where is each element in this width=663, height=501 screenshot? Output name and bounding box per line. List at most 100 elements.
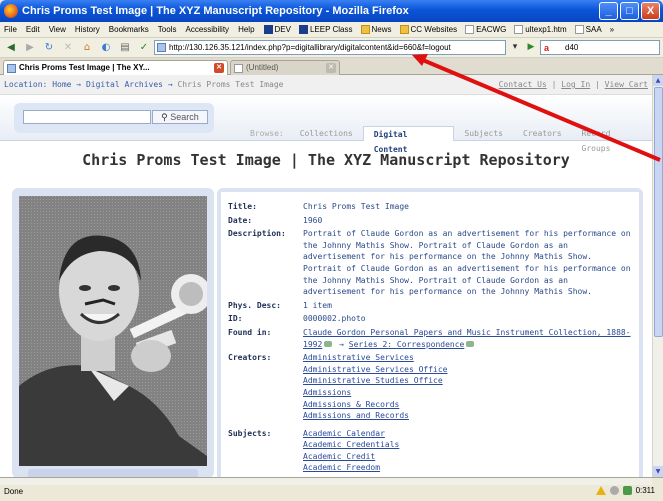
bookmarks-overflow-button[interactable]: » bbox=[610, 25, 614, 34]
nav-tab-subjects[interactable]: Subjects bbox=[454, 126, 513, 141]
status-text: Done bbox=[4, 487, 24, 496]
check-icon[interactable]: ✓ bbox=[137, 41, 151, 55]
warning-icon[interactable] bbox=[595, 486, 606, 495]
page-icon bbox=[465, 25, 475, 34]
nav-tab-digital-content[interactable]: Digital Content bbox=[362, 126, 455, 154]
menu-accessibility[interactable]: Accessibility bbox=[185, 25, 229, 34]
meta-label: Subjects: bbox=[228, 428, 272, 438]
creator-link[interactable]: Admissions bbox=[303, 387, 633, 399]
meta-row-date: Date: 1960 bbox=[228, 215, 633, 227]
site-search-input[interactable] bbox=[23, 110, 151, 124]
horizontal-scrollbar[interactable] bbox=[0, 478, 652, 485]
menu-help[interactable]: Help bbox=[238, 25, 254, 34]
bookmark-saa[interactable]: SAA bbox=[574, 25, 602, 34]
vertical-scrollbar[interactable]: ▲ ▼ bbox=[652, 75, 663, 477]
bookmark-ultexp1[interactable]: ultexp1.htm bbox=[514, 25, 567, 34]
tab-close-icon[interactable]: ✕ bbox=[326, 63, 336, 73]
bookmark-label: LEEP Class bbox=[309, 25, 353, 34]
back-arrow-icon[interactable]: ◀ bbox=[4, 41, 18, 55]
bookmark-leep-class[interactable]: LEEP Class bbox=[298, 25, 353, 34]
nav-tab-record-groups[interactable]: Record Groups bbox=[572, 126, 652, 153]
bookmark-label: EACWG bbox=[476, 25, 507, 34]
menu-edit[interactable]: Edit bbox=[26, 25, 40, 34]
tab-strip: Chris Proms Test Image | The XY... ✕ (Un… bbox=[0, 58, 663, 75]
site-search-button[interactable]: ⚲ Search bbox=[152, 110, 208, 124]
menu-bar: File Edit View History Bookmarks Tools A… bbox=[0, 22, 663, 38]
external-link-icon[interactable] bbox=[466, 341, 475, 348]
creator-link[interactable]: Administrative Services Office bbox=[303, 364, 633, 376]
forward-arrow-icon[interactable]: ▶ bbox=[23, 41, 37, 55]
meta-label: Phys. Desc: bbox=[228, 300, 281, 310]
stop-icon[interactable]: ✕ bbox=[61, 41, 75, 55]
search-engine-value: d40 bbox=[565, 43, 579, 52]
meta-value-found-in: Claude Gordon Personal Papers and Music … bbox=[303, 327, 633, 350]
menu-file[interactable]: File bbox=[4, 25, 17, 34]
nav-tab-collections[interactable]: Collections bbox=[290, 126, 363, 141]
creator-link[interactable]: Admissions & Records bbox=[303, 399, 633, 411]
timer-value: 0:311 bbox=[635, 486, 655, 495]
bookmark-label: News bbox=[371, 25, 392, 34]
breadcrumb-home[interactable]: Home bbox=[52, 80, 71, 89]
subject-link[interactable]: Academic Credit bbox=[303, 451, 633, 463]
search-engine-field[interactable]: a d40 bbox=[540, 40, 660, 55]
timer-icon bbox=[622, 486, 632, 495]
meta-value-phys-desc: 1 item bbox=[303, 300, 332, 310]
history-icon[interactable]: ◐ bbox=[99, 41, 113, 55]
window-titlebar: Chris Proms Test Image | The XYZ Manuscr… bbox=[0, 0, 663, 22]
menu-view[interactable]: View bbox=[49, 25, 66, 34]
print-icon[interactable]: ▤ bbox=[118, 41, 132, 55]
bookmark-news[interactable]: News bbox=[360, 25, 392, 34]
status-icons: 0:311 bbox=[595, 486, 655, 495]
scroll-up-icon[interactable]: ▲ bbox=[653, 75, 663, 86]
blocked-icon[interactable] bbox=[609, 486, 619, 495]
minimize-button[interactable]: _ bbox=[599, 2, 618, 20]
folder-icon bbox=[360, 25, 370, 34]
tab-favicon-icon bbox=[7, 64, 16, 73]
log-in-link[interactable]: Log In bbox=[561, 80, 590, 89]
creator-link[interactable]: Administrative Studies Office bbox=[303, 375, 633, 387]
metadata-panel: Title: Chris Proms Test Image Date: 1960… bbox=[217, 188, 643, 477]
site-favicon-icon bbox=[157, 43, 166, 52]
url-dropdown-icon[interactable]: ▾ bbox=[508, 40, 522, 55]
series-link[interactable]: Series 2: Correspondence bbox=[349, 340, 465, 349]
bookmark-label: DEV bbox=[274, 25, 291, 34]
scrollbar-thumb[interactable] bbox=[654, 87, 663, 337]
portrait-photo[interactable] bbox=[19, 196, 207, 466]
url-field[interactable]: http://130.126.35.121/index.php?p=digita… bbox=[154, 40, 506, 55]
found-in-arrow: → bbox=[339, 339, 344, 349]
menu-bookmarks[interactable]: Bookmarks bbox=[109, 25, 149, 34]
tab-close-icon[interactable]: ✕ bbox=[214, 63, 224, 73]
meta-row-found-in: Found in: Claude Gordon Personal Papers … bbox=[228, 327, 633, 350]
creator-link[interactable]: Admissions and Records bbox=[303, 410, 633, 422]
reload-icon[interactable]: ↻ bbox=[42, 41, 56, 55]
menu-tools[interactable]: Tools bbox=[158, 25, 177, 34]
scroll-down-icon[interactable]: ▼ bbox=[653, 466, 663, 477]
meta-row-description: Description: Portrait of Claude Gordon a… bbox=[228, 228, 633, 298]
subject-link[interactable]: Academic Freedom bbox=[303, 462, 633, 474]
breadcrumb-digital-archives[interactable]: Digital Archives bbox=[86, 80, 163, 89]
meta-label: Found in: bbox=[228, 327, 272, 337]
menu-history[interactable]: History bbox=[75, 25, 100, 34]
bookmark-eacwg[interactable]: EACWG bbox=[465, 25, 506, 34]
creator-link[interactable]: Administrative Services bbox=[303, 352, 633, 364]
home-icon[interactable]: ⌂ bbox=[80, 41, 94, 55]
subject-link[interactable]: Academic Credentials bbox=[303, 439, 633, 451]
search-engine-icon[interactable]: a bbox=[544, 42, 549, 55]
tab-chris-proms[interactable]: Chris Proms Test Image | The XY... ✕ bbox=[3, 60, 228, 75]
close-button[interactable]: X bbox=[641, 2, 660, 20]
go-arrow-icon[interactable]: ▶ bbox=[524, 40, 538, 55]
bookmark-cc-websites[interactable]: CC Websites bbox=[399, 25, 457, 34]
bookmark-dev[interactable]: DEV bbox=[263, 25, 291, 34]
image-caption-bar bbox=[28, 469, 198, 477]
external-link-icon[interactable] bbox=[324, 341, 333, 348]
navigation-toolbar: ◀ ▶ ↻ ✕ ⌂ ◐ ▤ ✓ http://130.126.35.121/in… bbox=[0, 38, 663, 58]
tab-untitled[interactable]: (Untitled) ✕ bbox=[230, 60, 340, 75]
bookmark-icon bbox=[298, 25, 308, 34]
subject-link[interactable]: Academic Calendar bbox=[303, 428, 633, 440]
nav-tab-creators[interactable]: Creators bbox=[513, 126, 572, 141]
contact-us-link[interactable]: Contact Us bbox=[499, 80, 547, 89]
maximize-button[interactable]: □ bbox=[620, 2, 639, 20]
breadcrumb-separator: → bbox=[76, 80, 82, 89]
meta-row-phys-desc: Phys. Desc: 1 item bbox=[228, 300, 633, 312]
view-cart-link[interactable]: View Cart bbox=[605, 80, 648, 89]
